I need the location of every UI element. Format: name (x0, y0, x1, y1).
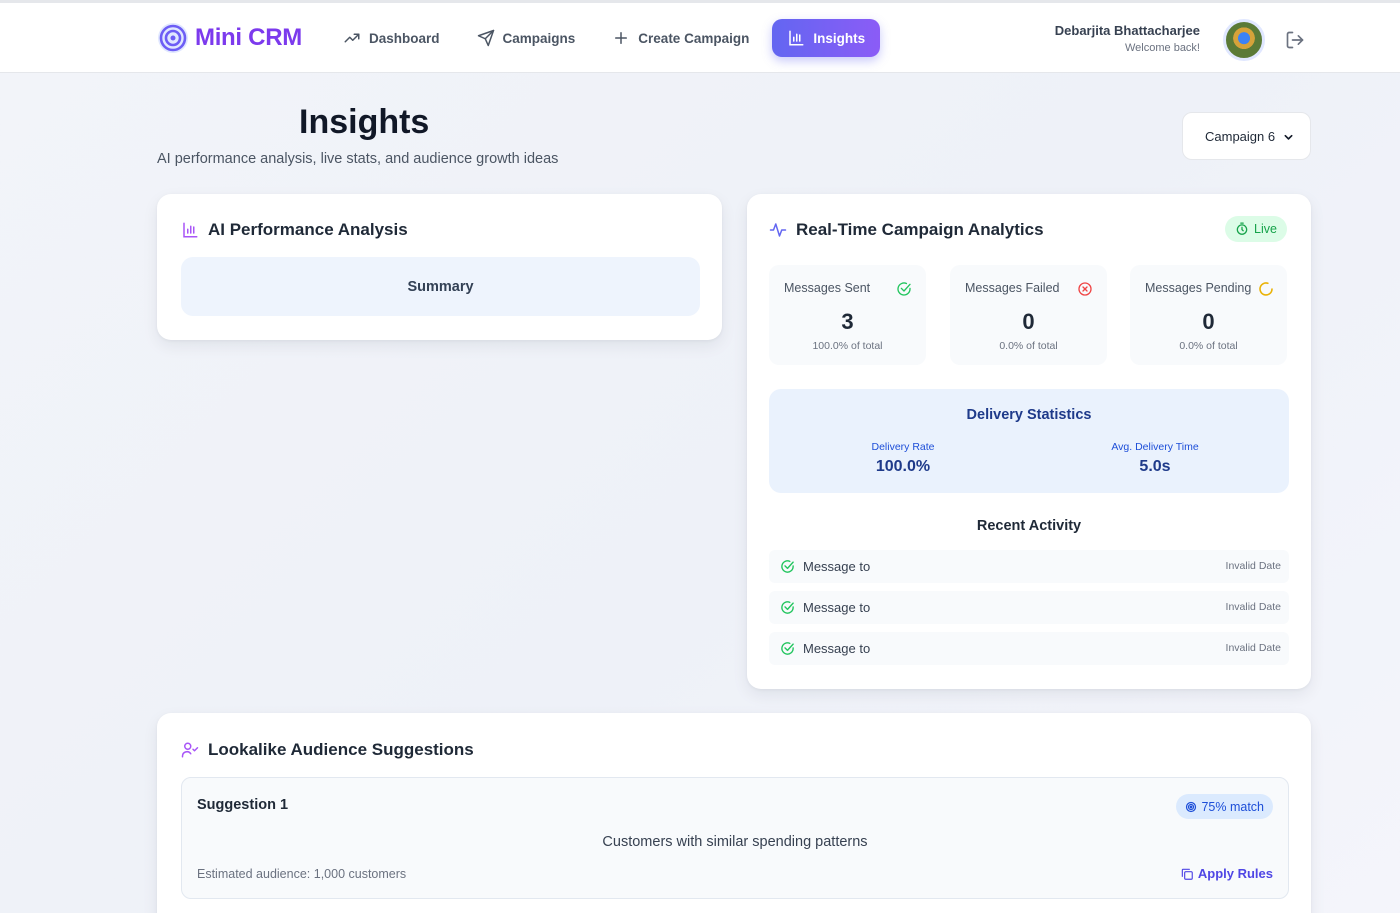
stat-label: Messages Sent (784, 281, 871, 295)
main-nav: Dashboard Campaigns Create Campaign Insi… (343, 19, 889, 57)
stat-percent: 0.0% of total (999, 340, 1058, 352)
nav-dashboard-label: Dashboard (369, 30, 440, 46)
realtime-analytics-title: Real-Time Campaign Analytics (769, 220, 1044, 240)
stat-value: 0 (1022, 309, 1035, 334)
activity-text: Message to (803, 641, 871, 656)
activity-item[interactable]: Message to Invalid Date (769, 550, 1289, 583)
delivery-rate: Delivery Rate 100.0% (828, 441, 978, 476)
realtime-analytics-card: Real-Time Campaign Analytics Live Messag… (747, 194, 1311, 689)
lookalike-audience-card: Lookalike Audience Suggestions Suggestio… (157, 713, 1311, 913)
target-icon (1186, 801, 1197, 812)
realtime-analytics-title-text: Real-Time Campaign Analytics (796, 220, 1044, 239)
suggestion-estimate: Estimated audience: 1,000 customers (197, 867, 407, 881)
summary-box[interactable]: Summary (181, 257, 700, 316)
nav-campaigns-label: Campaigns (502, 30, 576, 46)
campaign-select-value: Campaign 6 (1205, 128, 1276, 144)
copy-icon (1181, 868, 1193, 880)
check-circle-icon (781, 601, 794, 614)
suggestion-title: Suggestion 1 (197, 797, 289, 813)
activity-date: Invalid Date (1225, 642, 1281, 654)
ai-performance-title: AI Performance Analysis (181, 220, 408, 240)
lookalike-audience-title-text: Lookalike Audience Suggestions (208, 740, 474, 759)
nav-insights-label: Insights (813, 30, 866, 46)
target-icon (158, 23, 188, 53)
delivery-rate-value: 100.0% (875, 458, 931, 475)
stat-messages-pending: Messages Pending 0 0.0% of total (1130, 265, 1287, 365)
stat-value: 0 (1202, 309, 1215, 334)
delivery-statistics-title: Delivery Statistics (966, 407, 1092, 423)
check-circle-icon (781, 560, 794, 573)
apply-rules-button[interactable]: Apply Rules (1180, 866, 1273, 881)
user-name: Debarjita Bhattacharjee (1054, 23, 1200, 38)
nav-insights[interactable]: Insights (772, 19, 881, 57)
activity-item[interactable]: Message to Invalid Date (769, 591, 1289, 624)
live-badge: Live (1225, 216, 1287, 242)
ai-performance-card: AI Performance Analysis Summary (157, 194, 722, 340)
activity-text: Message to (803, 559, 871, 574)
nav-create-campaign[interactable]: Create Campaign (598, 19, 763, 57)
avg-delivery-time-value: 5.0s (1139, 458, 1171, 475)
chevron-down-icon (1284, 134, 1293, 140)
top-nav-bar: Mini CRM Dashboard Campaigns Create Camp… (0, 3, 1400, 73)
logout-icon[interactable] (1285, 30, 1305, 50)
user-info: Debarjita Bhattacharjee Welcome back! (1055, 23, 1200, 54)
activity-icon (769, 223, 787, 237)
app-name: Mini CRM (195, 24, 302, 51)
campaign-select[interactable]: Campaign 6 (1182, 112, 1311, 160)
page-title: Insights (299, 103, 430, 141)
plus-icon (615, 32, 628, 44)
stat-percent: 100.0% of total (812, 340, 883, 352)
match-label: 75% match (1201, 799, 1264, 814)
app-logo[interactable]: Mini CRM (157, 22, 302, 54)
timer-icon (1236, 222, 1248, 235)
bar-chart-icon (183, 222, 198, 238)
live-label: Live (1254, 222, 1277, 236)
user-check-icon (181, 742, 199, 758)
stat-label: Messages Failed (965, 281, 1060, 295)
user-greeting: Welcome back! (1125, 42, 1200, 54)
page-subtitle: AI performance analysis, live stats, and… (157, 151, 559, 167)
x-circle-icon (1078, 282, 1092, 296)
stat-messages-failed: Messages Failed 0 0.0% of total (950, 265, 1107, 365)
stat-percent: 0.0% of total (1179, 340, 1238, 352)
delivery-statistics: Delivery Statistics Delivery Rate 100.0%… (769, 389, 1289, 493)
nav-campaigns[interactable]: Campaigns (463, 19, 590, 57)
apply-rules-label: Apply Rules (1197, 866, 1273, 881)
summary-label: Summary (407, 278, 474, 295)
stat-label: Messages Pending (1145, 281, 1252, 295)
lookalike-audience-title: Lookalike Audience Suggestions (181, 740, 474, 760)
ai-performance-title-text: AI Performance Analysis (208, 220, 408, 239)
match-badge: 75% match (1176, 794, 1273, 819)
check-circle-icon (781, 642, 794, 655)
suggestion-description: Customers with similar spending patterns (602, 834, 868, 850)
check-circle-icon (897, 282, 911, 296)
avg-delivery-time-label: Avg. Delivery Time (1111, 441, 1199, 453)
nav-create-campaign-label: Create Campaign (638, 30, 750, 46)
avatar[interactable] (1223, 19, 1265, 61)
nav-dashboard[interactable]: Dashboard (343, 19, 454, 57)
activity-item[interactable]: Message to Invalid Date (769, 632, 1289, 665)
avg-delivery-time: Avg. Delivery Time 5.0s (1080, 441, 1230, 476)
stat-value: 3 (841, 309, 854, 334)
recent-activity-title: Recent Activity (976, 518, 1082, 534)
suggestion-card: Suggestion 1 75% match Customers with si… (181, 777, 1289, 899)
bar-chart-icon (789, 30, 804, 46)
delivery-rate-label: Delivery Rate (871, 441, 935, 453)
activity-text: Message to (803, 600, 871, 615)
activity-date: Invalid Date (1225, 560, 1281, 572)
loader-icon (1259, 282, 1273, 296)
stat-messages-sent: Messages Sent 3 100.0% of total (769, 265, 926, 365)
send-icon (477, 29, 494, 47)
activity-date: Invalid Date (1225, 601, 1281, 613)
trending-up-icon (344, 33, 360, 43)
